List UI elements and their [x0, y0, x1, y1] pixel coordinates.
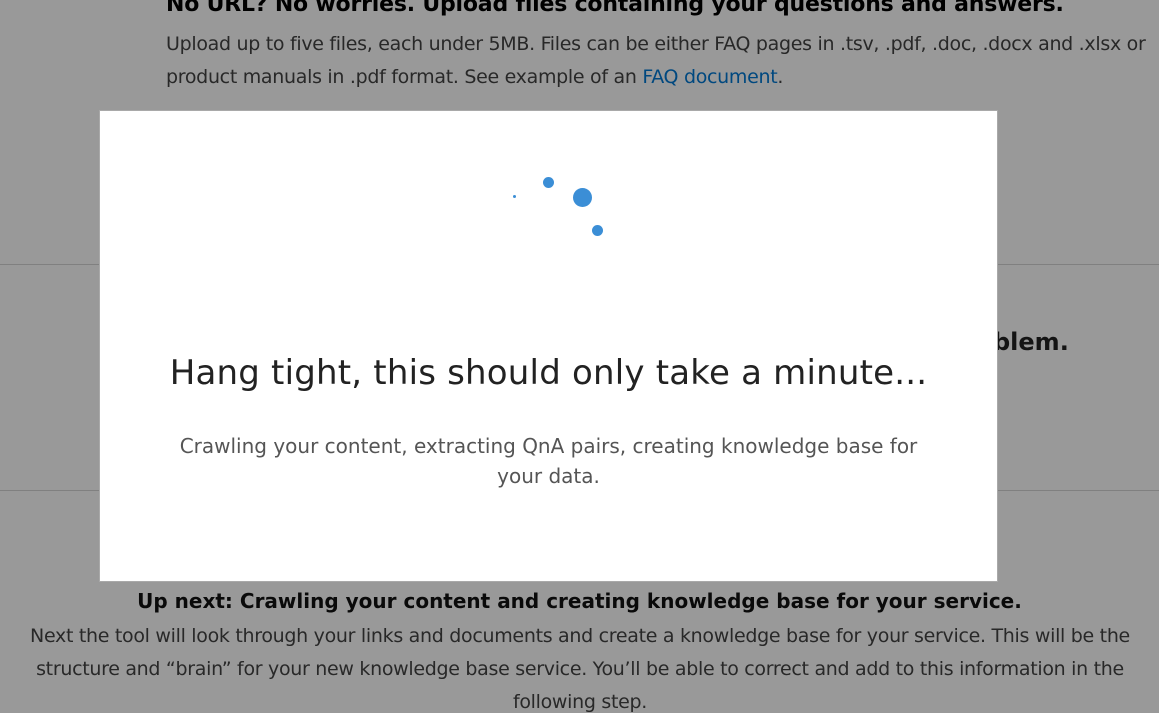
spinner-dot	[543, 177, 554, 188]
loading-dialog-message: Crawling your content, extracting QnA pa…	[179, 434, 918, 488]
loading-dialog: Hang tight, this should only take a minu…	[99, 110, 998, 582]
loading-spinner-icon	[100, 111, 997, 311]
spinner-dot	[573, 188, 592, 207]
spinner-dot	[513, 195, 516, 198]
spinner-dot	[592, 225, 603, 236]
loading-dialog-title: Hang tight, this should only take a minu…	[169, 353, 928, 393]
